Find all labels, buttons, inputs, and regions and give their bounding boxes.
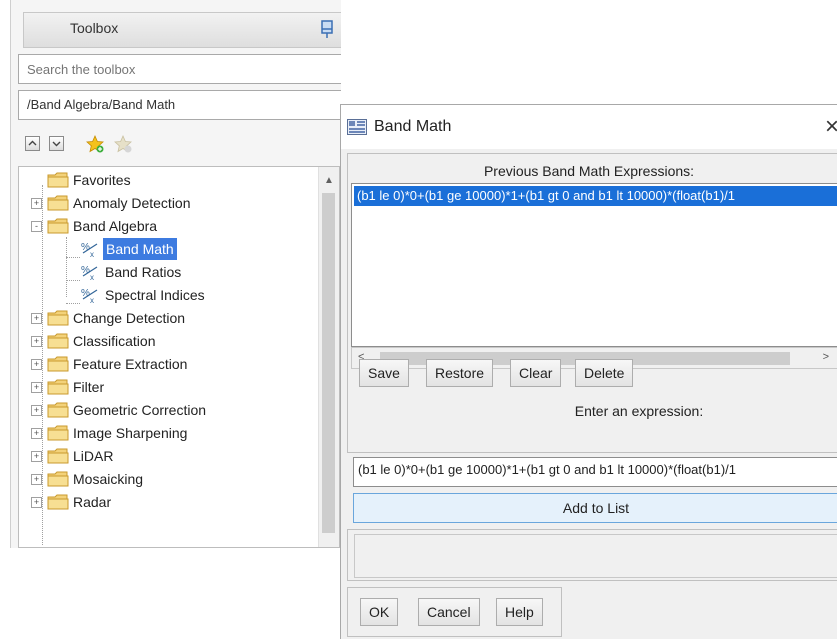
folder-icon: [47, 333, 69, 349]
expand-icon[interactable]: +: [31, 336, 42, 347]
add-to-list-button[interactable]: Add to List: [353, 493, 837, 523]
band-math-app-icon: [347, 119, 367, 135]
variables-group: [347, 529, 837, 581]
expand-icon[interactable]: +: [31, 428, 42, 439]
band-math-tool-icon: % x: [81, 286, 99, 305]
tree-item-label: Image Sharpening: [73, 425, 188, 441]
variables-area: [354, 534, 837, 578]
folder-icon: [47, 356, 69, 372]
expand-icon[interactable]: +: [31, 198, 42, 209]
tree-item-label: LiDAR: [73, 448, 114, 464]
toolbox-title: Toolbox: [70, 20, 119, 36]
tree-scrollbar[interactable]: ▲: [318, 167, 339, 547]
pin-icon[interactable]: [320, 19, 336, 39]
tree-item-label: Filter: [73, 379, 105, 395]
expand-icon[interactable]: +: [31, 382, 42, 393]
toolbox-header: Toolbox: [23, 12, 341, 48]
restore-button[interactable]: Restore: [426, 359, 494, 387]
collapse-all-icon[interactable]: [25, 136, 40, 151]
tree-item-label: Spectral Indices: [105, 287, 205, 303]
tree-scroll-thumb[interactable]: [322, 193, 335, 533]
remove-favorite-star-icon[interactable]: [113, 134, 133, 154]
svg-text:x: x: [90, 273, 94, 281]
scroll-up-arrow-icon[interactable]: ▲: [324, 175, 334, 186]
tree-item-label: Change Detection: [73, 310, 186, 326]
folder-icon: [47, 218, 69, 234]
tree-item-label: Band Ratios: [105, 264, 182, 280]
expand-icon[interactable]: +: [31, 359, 42, 370]
previous-expressions-label: Previous Band Math Expressions:: [483, 163, 695, 179]
folder-icon: [47, 172, 69, 188]
tree-item-label: Classification: [73, 333, 156, 349]
folder-icon: [47, 195, 69, 211]
save-button[interactable]: Save: [359, 359, 409, 387]
folder-icon: [47, 310, 69, 326]
collapse-icon[interactable]: -: [31, 221, 42, 232]
tree-item-label: Band Math: [103, 238, 177, 260]
expand-icon[interactable]: +: [31, 497, 42, 508]
band-math-dialog: Band Math × Previous Band Math Expressio…: [340, 104, 837, 639]
toolbox-panel: Toolbox /Band Algebra/Band Math: [10, 0, 341, 548]
expand-icon[interactable]: +: [31, 451, 42, 462]
dialog-footer: OK Cancel Help: [347, 587, 562, 637]
folder-icon: [47, 448, 69, 464]
toolbox-tree: Favorites + Anomaly Detection - Band Algebra…: [18, 166, 340, 548]
list-item[interactable]: (b1 le 0)*0+(b1 ge 10000)*1+(b1 gt 0 and…: [354, 186, 837, 206]
expand-all-icon[interactable]: [49, 136, 64, 151]
clear-button[interactable]: Clear: [510, 359, 562, 387]
expression-input[interactable]: (b1 le 0)*0+(b1 ge 10000)*1+(b1 gt 0 and…: [353, 457, 837, 487]
band-math-tool-icon: % x: [81, 263, 99, 282]
help-button[interactable]: Help: [496, 598, 543, 626]
band-math-tool-icon: % x: [81, 240, 99, 259]
folder-icon: [47, 471, 69, 487]
folder-icon: [47, 379, 69, 395]
svg-text:x: x: [90, 296, 94, 304]
expand-icon[interactable]: +: [31, 405, 42, 416]
tree-item-label: Band Algebra: [73, 218, 158, 234]
ok-button[interactable]: OK: [360, 598, 399, 626]
toolbox-toolbar: [25, 132, 325, 158]
folder-icon: [47, 425, 69, 441]
dialog-title: Band Math: [374, 118, 452, 135]
close-icon[interactable]: ×: [825, 113, 837, 141]
scroll-right-arrow-icon[interactable]: >: [823, 351, 829, 363]
expand-icon[interactable]: +: [31, 313, 42, 324]
svg-text:x: x: [90, 250, 94, 258]
previous-expressions-list[interactable]: (b1 le 0)*0+(b1 ge 10000)*1+(b1 gt 0 and…: [351, 183, 837, 347]
tree-item-label: Radar: [73, 494, 112, 510]
dialog-titlebar: Band Math ×: [341, 105, 837, 149]
delete-button[interactable]: Delete: [575, 359, 634, 387]
folder-icon: [47, 494, 69, 510]
cancel-button[interactable]: Cancel: [418, 598, 480, 626]
tree-item-label: Mosaicking: [73, 471, 144, 487]
toolbox-search-input[interactable]: [18, 54, 341, 84]
expand-icon[interactable]: +: [31, 474, 42, 485]
enter-expression-label: Enter an expression:: [574, 403, 704, 419]
toolbox-path-field[interactable]: /Band Algebra/Band Math: [18, 90, 341, 120]
tree-item-label: Anomaly Detection: [73, 195, 191, 211]
tree-item-label: Feature Extraction: [73, 356, 188, 372]
tree-item-label: Geometric Correction: [73, 402, 207, 418]
folder-icon: [47, 402, 69, 418]
tree-item-label: Favorites: [73, 172, 131, 188]
add-favorite-star-icon[interactable]: [85, 134, 105, 154]
